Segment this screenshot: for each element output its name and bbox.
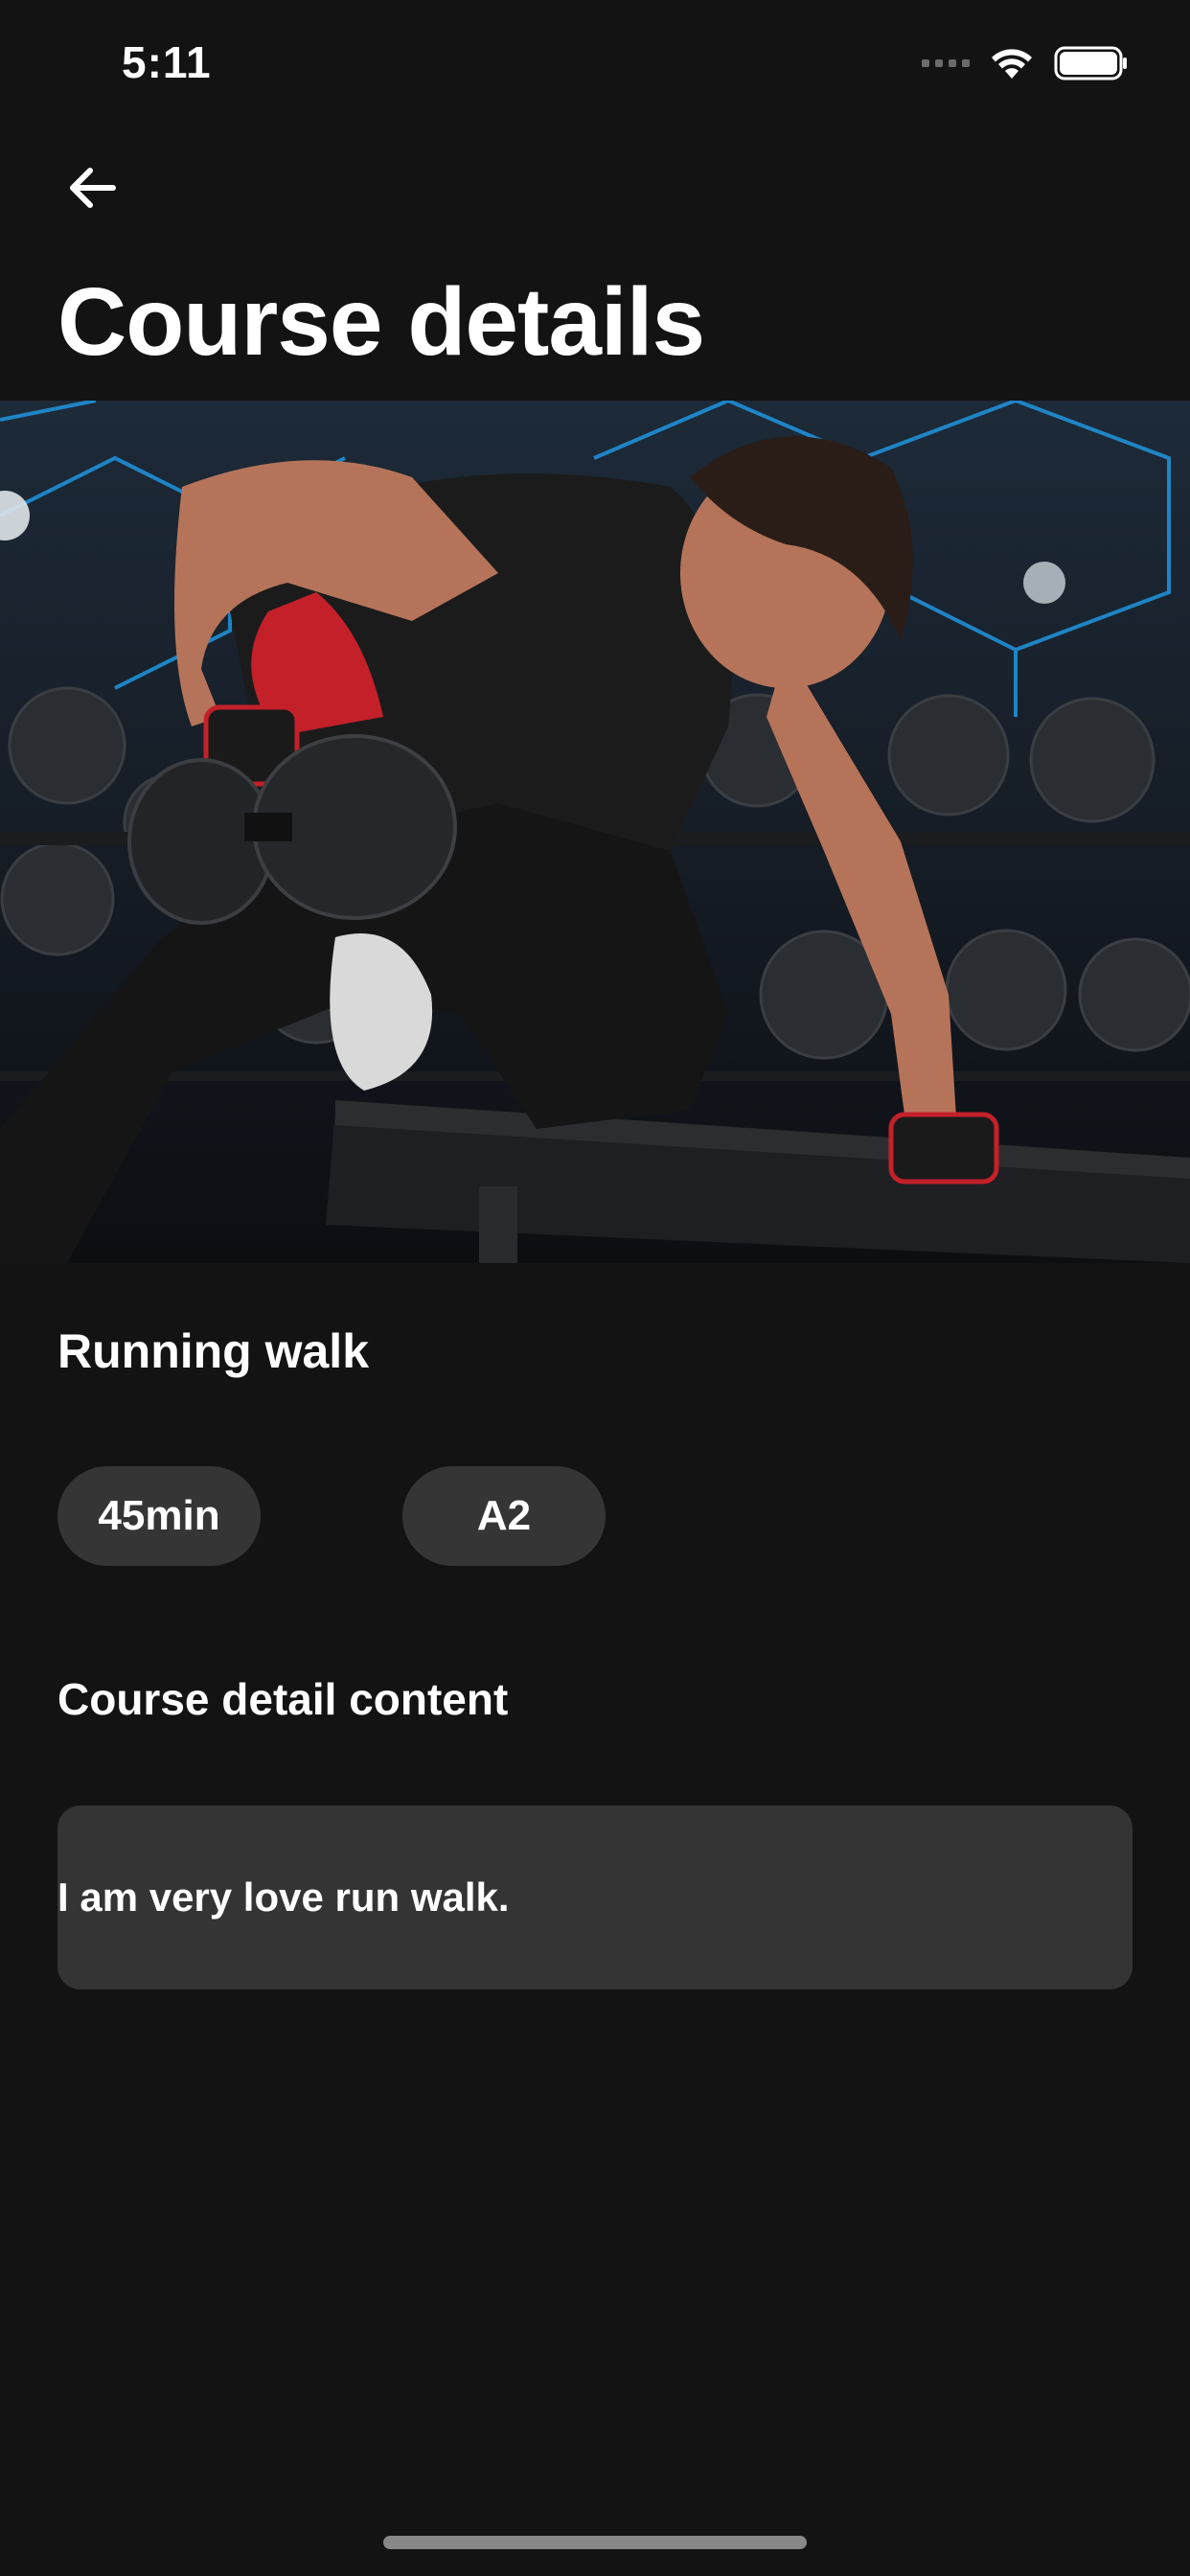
- wifi-icon: [992, 49, 1032, 79]
- home-indicator[interactable]: [383, 2536, 807, 2549]
- course-content-box: I am very love run walk.: [57, 1806, 1133, 1990]
- arrow-left-icon: [70, 168, 116, 208]
- course-content-text: I am very love run walk.: [57, 1874, 510, 1920]
- cellular-signal-icon: [922, 59, 970, 67]
- course-hero-image: [0, 401, 1190, 1263]
- course-name: Running walk: [57, 1324, 369, 1378]
- duration-chip: 45min: [57, 1466, 261, 1566]
- page-title: Course details: [57, 268, 705, 376]
- back-button[interactable]: [57, 153, 126, 222]
- status-bar: 5:11: [0, 0, 1190, 134]
- status-time: 5:11: [122, 37, 212, 87]
- course-content-heading: Course detail content: [57, 1674, 509, 1724]
- status-icons: [922, 44, 1129, 82]
- level-chip: A2: [402, 1466, 606, 1566]
- battery-icon: [1054, 46, 1127, 80]
